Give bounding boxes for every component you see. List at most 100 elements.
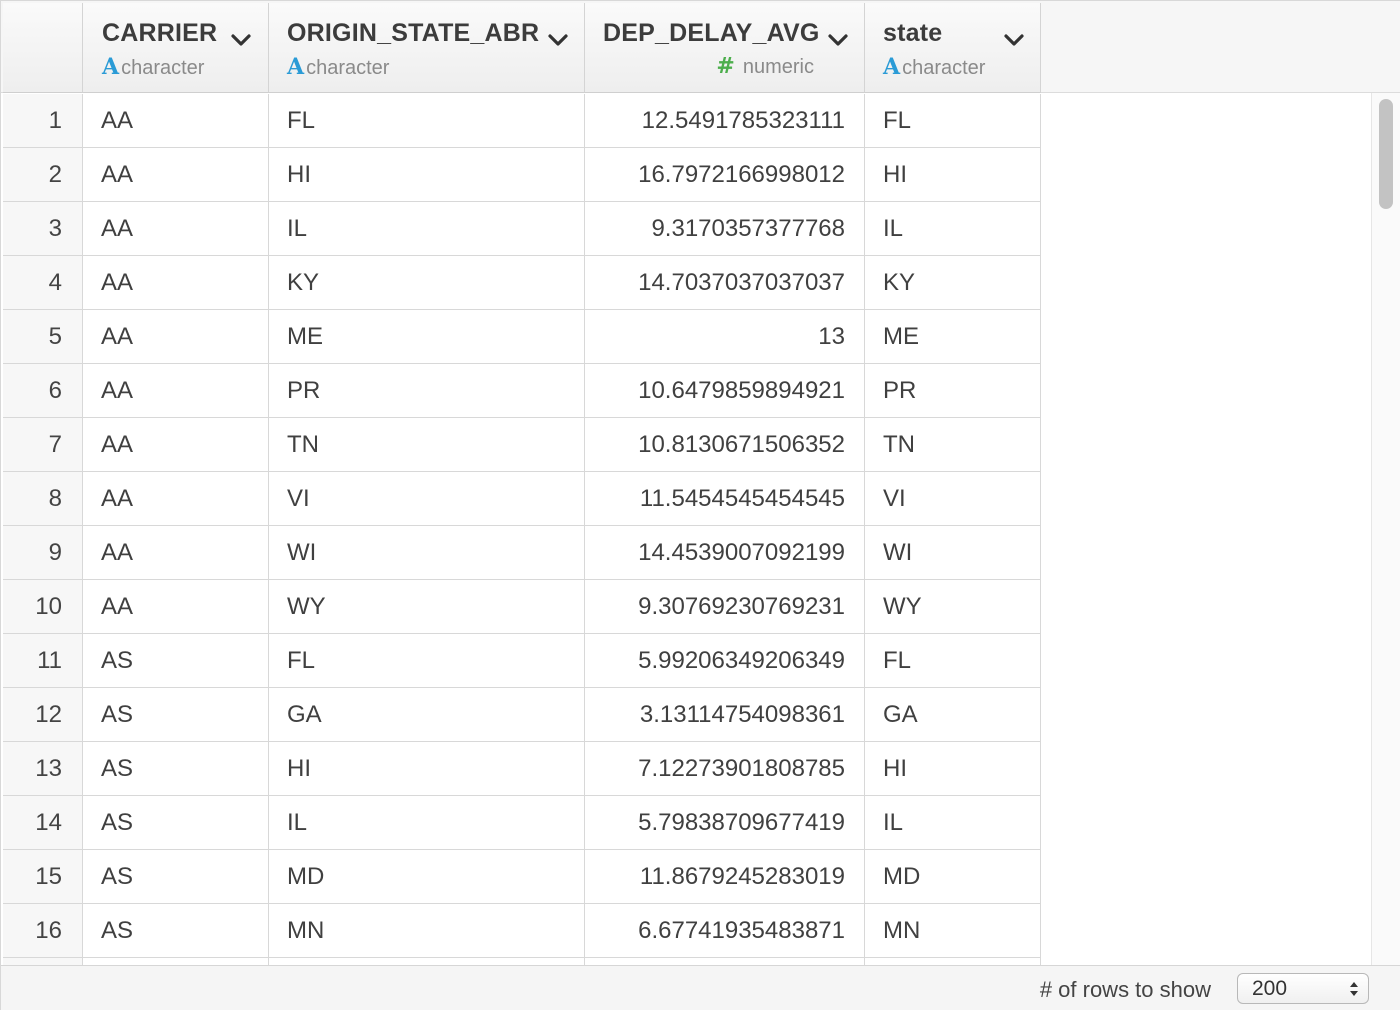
cell-carrier[interactable]: AA (83, 148, 269, 201)
vertical-scrollbar[interactable] (1371, 93, 1400, 965)
cell-origin-state-abr[interactable]: WI (269, 526, 585, 579)
table-row[interactable]: 9 AA WI 14.4539007092199 WI (3, 526, 1041, 580)
table-row-partial (3, 958, 1041, 965)
cell-origin-state-abr[interactable]: HI (269, 148, 585, 201)
select-arrows-icon (1350, 982, 1358, 996)
cell-state[interactable]: MD (865, 850, 1041, 903)
cell-dep-delay-avg[interactable]: 16.7972166998012 (585, 148, 865, 201)
cell-state[interactable]: TN (865, 418, 1041, 471)
cell-state[interactable]: HI (865, 742, 1041, 795)
cell-origin-state-abr[interactable]: FL (269, 634, 585, 687)
cell-origin-state-abr[interactable]: IL (269, 796, 585, 849)
cell-state[interactable]: MN (865, 904, 1041, 957)
cell-carrier[interactable]: AA (83, 310, 269, 363)
cell-state[interactable]: WI (865, 526, 1041, 579)
cell-carrier[interactable]: AA (83, 418, 269, 471)
table-row[interactable]: 8 AA VI 11.5454545454545 VI (3, 472, 1041, 526)
cell-dep-delay-avg[interactable]: 11.5454545454545 (585, 472, 865, 525)
cell-state[interactable]: FL (865, 94, 1041, 147)
cell-dep-delay-avg[interactable]: 10.6479859894921 (585, 364, 865, 417)
cell-state[interactable]: IL (865, 796, 1041, 849)
cell-carrier[interactable]: AA (83, 94, 269, 147)
column-header-carrier[interactable]: CARRIER Acharacter (83, 3, 269, 93)
cell-origin-state-abr[interactable]: GA (269, 688, 585, 741)
table-row[interactable]: 1 AA FL 12.5491785323111 FL (3, 94, 1041, 148)
cell-dep-delay-avg (585, 958, 865, 965)
cell-origin-state-abr[interactable]: MN (269, 904, 585, 957)
cell-carrier[interactable]: AA (83, 364, 269, 417)
cell-carrier[interactable]: AS (83, 796, 269, 849)
column-header-dep-delay-avg[interactable]: DEP_DELAY_AVG # numeric (585, 3, 865, 93)
cell-origin-state-abr[interactable]: MD (269, 850, 585, 903)
cell-origin-state-abr[interactable]: VI (269, 472, 585, 525)
cell-carrier[interactable]: AA (83, 526, 269, 579)
cell-carrier[interactable]: AA (83, 256, 269, 309)
cell-dep-delay-avg[interactable]: 14.7037037037037 (585, 256, 865, 309)
cell-origin-state-abr[interactable]: ME (269, 310, 585, 363)
cell-carrier[interactable]: AA (83, 580, 269, 633)
character-type-icon: A (883, 54, 901, 80)
cell-carrier[interactable]: AA (83, 202, 269, 255)
cell-dep-delay-avg[interactable]: 9.30769230769231 (585, 580, 865, 633)
cell-origin-state-abr[interactable]: TN (269, 418, 585, 471)
rows-to-show-select[interactable]: 200 (1237, 973, 1369, 1004)
table-row[interactable]: 6 AA PR 10.6479859894921 PR (3, 364, 1041, 418)
chevron-down-icon[interactable] (1003, 29, 1025, 51)
row-index-cell: 12 (3, 688, 83, 741)
cell-dep-delay-avg[interactable]: 5.99206349206349 (585, 634, 865, 687)
cell-carrier[interactable]: AS (83, 904, 269, 957)
row-index-cell: 2 (3, 148, 83, 201)
cell-carrier[interactable]: AS (83, 850, 269, 903)
cell-dep-delay-avg[interactable]: 13 (585, 310, 865, 363)
table-row[interactable]: 5 AA ME 13 ME (3, 310, 1041, 364)
cell-carrier (83, 958, 269, 965)
table-row[interactable]: 16 AS MN 6.67741935483871 MN (3, 904, 1041, 958)
cell-carrier[interactable]: AA (83, 472, 269, 525)
table-row[interactable]: 12 AS GA 3.13114754098361 GA (3, 688, 1041, 742)
table-row[interactable]: 2 AA HI 16.7972166998012 HI (3, 148, 1041, 202)
cell-dep-delay-avg[interactable]: 9.3170357377768 (585, 202, 865, 255)
cell-carrier[interactable]: AS (83, 688, 269, 741)
table-row[interactable]: 11 AS FL 5.99206349206349 FL (3, 634, 1041, 688)
chevron-down-icon[interactable] (230, 29, 252, 51)
cell-origin-state-abr[interactable]: PR (269, 364, 585, 417)
table-row[interactable]: 7 AA TN 10.8130671506352 TN (3, 418, 1041, 472)
cell-dep-delay-avg[interactable]: 7.12273901808785 (585, 742, 865, 795)
table-row[interactable]: 10 AA WY 9.30769230769231 WY (3, 580, 1041, 634)
table-row[interactable]: 15 AS MD 11.8679245283019 MD (3, 850, 1041, 904)
cell-dep-delay-avg[interactable]: 10.8130671506352 (585, 418, 865, 471)
row-index-cell: 16 (3, 904, 83, 957)
cell-carrier[interactable]: AS (83, 634, 269, 687)
table-row[interactable]: 14 AS IL 5.79838709677419 IL (3, 796, 1041, 850)
chevron-down-icon[interactable] (827, 29, 849, 51)
cell-origin-state-abr[interactable]: WY (269, 580, 585, 633)
table-row[interactable]: 4 AA KY 14.7037037037037 KY (3, 256, 1041, 310)
column-header-origin-state-abr[interactable]: ORIGIN_STATE_ABR Acharacter (269, 3, 585, 93)
cell-state[interactable]: ME (865, 310, 1041, 363)
cell-dep-delay-avg[interactable]: 5.79838709677419 (585, 796, 865, 849)
cell-carrier[interactable]: AS (83, 742, 269, 795)
row-index-cell (3, 958, 83, 965)
table-row[interactable]: 13 AS HI 7.12273901808785 HI (3, 742, 1041, 796)
chevron-down-icon[interactable] (547, 29, 569, 51)
cell-state[interactable]: GA (865, 688, 1041, 741)
column-header-state[interactable]: state Acharacter (865, 3, 1041, 93)
cell-state[interactable]: HI (865, 148, 1041, 201)
cell-state[interactable]: VI (865, 472, 1041, 525)
scrollbar-thumb[interactable] (1379, 99, 1393, 209)
cell-origin-state-abr[interactable]: KY (269, 256, 585, 309)
table-row[interactable]: 3 AA IL 9.3170357377768 IL (3, 202, 1041, 256)
cell-origin-state-abr[interactable]: FL (269, 94, 585, 147)
cell-state[interactable]: WY (865, 580, 1041, 633)
cell-origin-state-abr[interactable]: HI (269, 742, 585, 795)
cell-state[interactable]: PR (865, 364, 1041, 417)
cell-origin-state-abr[interactable]: IL (269, 202, 585, 255)
cell-dep-delay-avg[interactable]: 11.8679245283019 (585, 850, 865, 903)
cell-dep-delay-avg[interactable]: 12.5491785323111 (585, 94, 865, 147)
cell-state[interactable]: IL (865, 202, 1041, 255)
cell-dep-delay-avg[interactable]: 3.13114754098361 (585, 688, 865, 741)
cell-dep-delay-avg[interactable]: 14.4539007092199 (585, 526, 865, 579)
cell-state[interactable]: FL (865, 634, 1041, 687)
cell-dep-delay-avg[interactable]: 6.67741935483871 (585, 904, 865, 957)
cell-state[interactable]: KY (865, 256, 1041, 309)
